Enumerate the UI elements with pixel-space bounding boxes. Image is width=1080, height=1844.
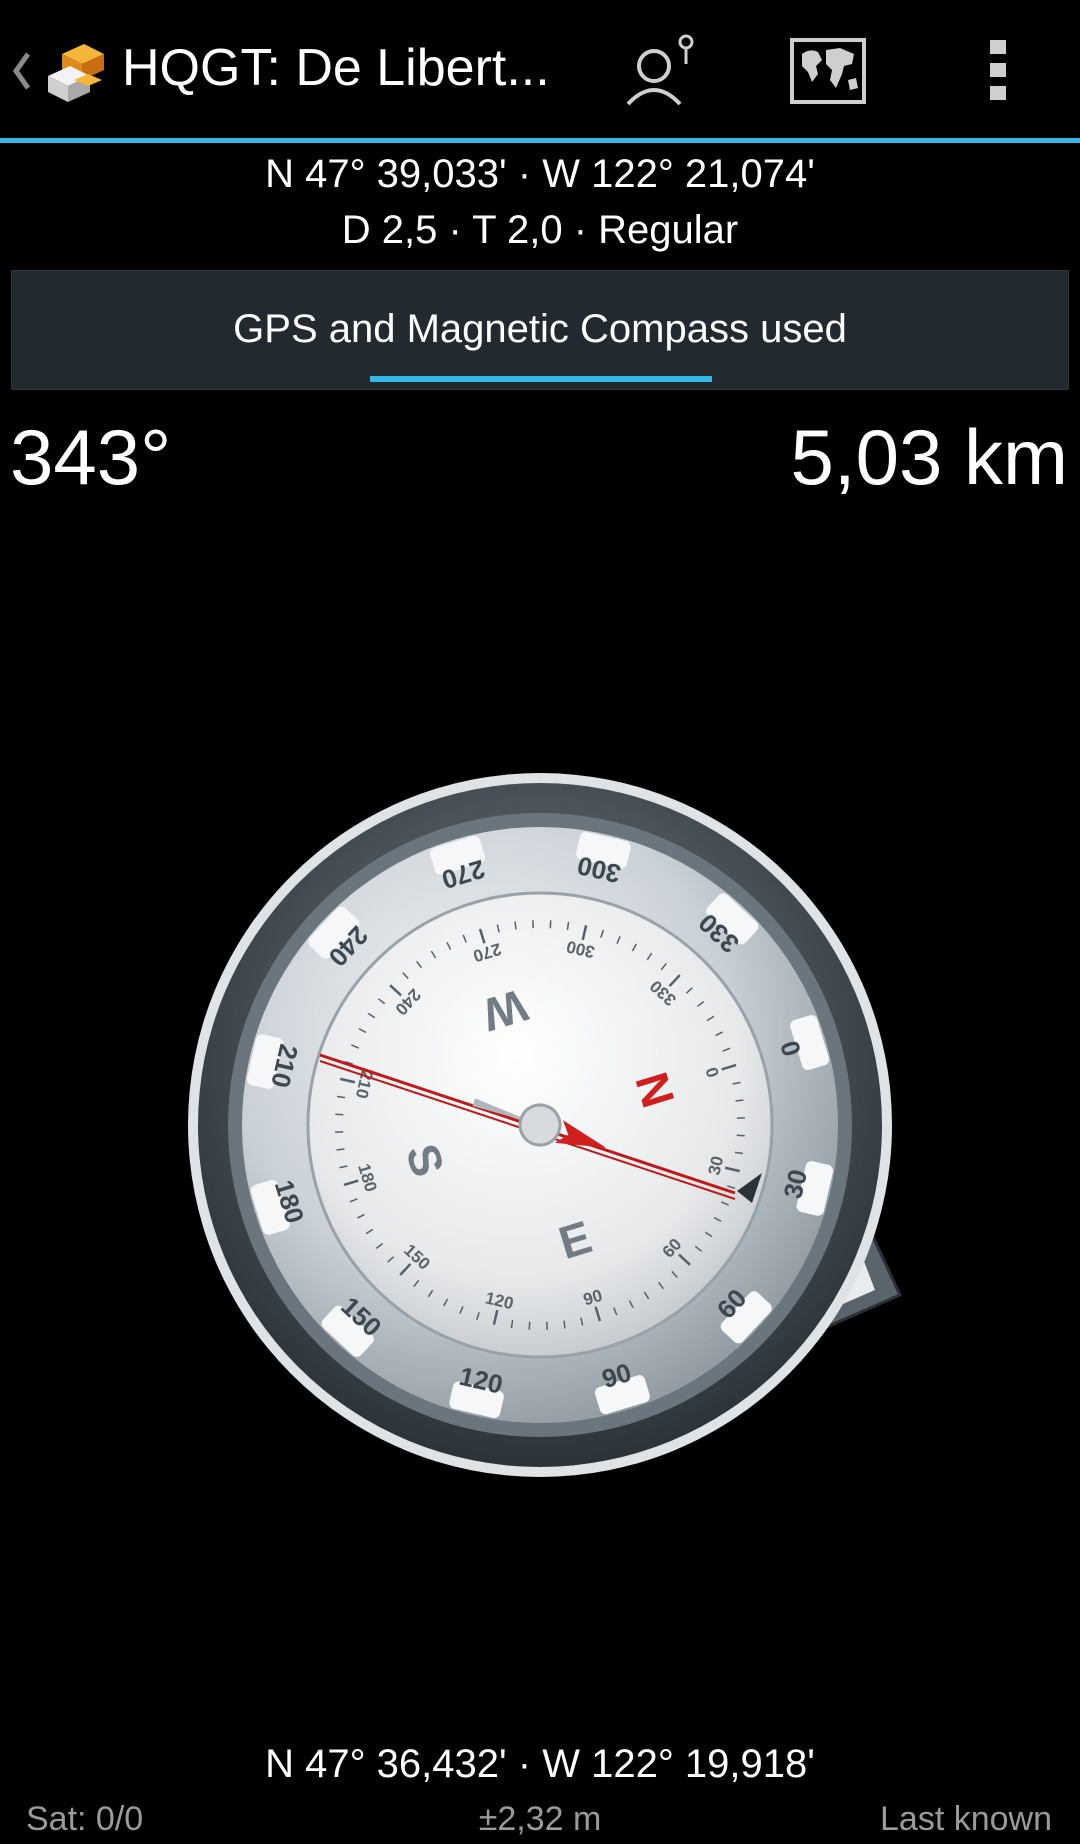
compass-mode-indicator (370, 376, 712, 382)
chevron-left-icon[interactable] (10, 48, 34, 94)
dial-tick (336, 1148, 345, 1151)
distance-value: 5,03 km (790, 413, 1068, 501)
target-coordinates: N 47° 39,033' · W 122° 21,074' (265, 152, 815, 196)
compass-mode-panel[interactable]: GPS and Magnetic Compass used (11, 270, 1069, 390)
dial-tick (514, 921, 517, 930)
action-bar-divider (0, 138, 1080, 143)
compass-dial: 0306090120150180210240270 300330 03060901… (188, 773, 902, 1477)
action-bar: HQGT: De Libert... (0, 0, 1080, 143)
fix-status: Last known (880, 1800, 1052, 1838)
world-map-icon[interactable] (788, 30, 868, 110)
overflow-menu-icon[interactable] (958, 30, 1038, 110)
page-title: HQGT: De Libert... (122, 39, 550, 97)
bearing-value: 343° (10, 413, 172, 501)
geocache-app-icon[interactable] (44, 40, 110, 106)
dial-tick (563, 1320, 566, 1329)
cache-info: D 2,5 · T 2,0 · Regular (341, 208, 739, 252)
current-coordinates: N 47° 36,432' · W 122° 19,918' (265, 1742, 815, 1786)
compass-mode-label: GPS and Magnetic Compass used (233, 307, 847, 351)
dial-tick (735, 1099, 744, 1102)
person-location-icon[interactable] (620, 30, 700, 110)
